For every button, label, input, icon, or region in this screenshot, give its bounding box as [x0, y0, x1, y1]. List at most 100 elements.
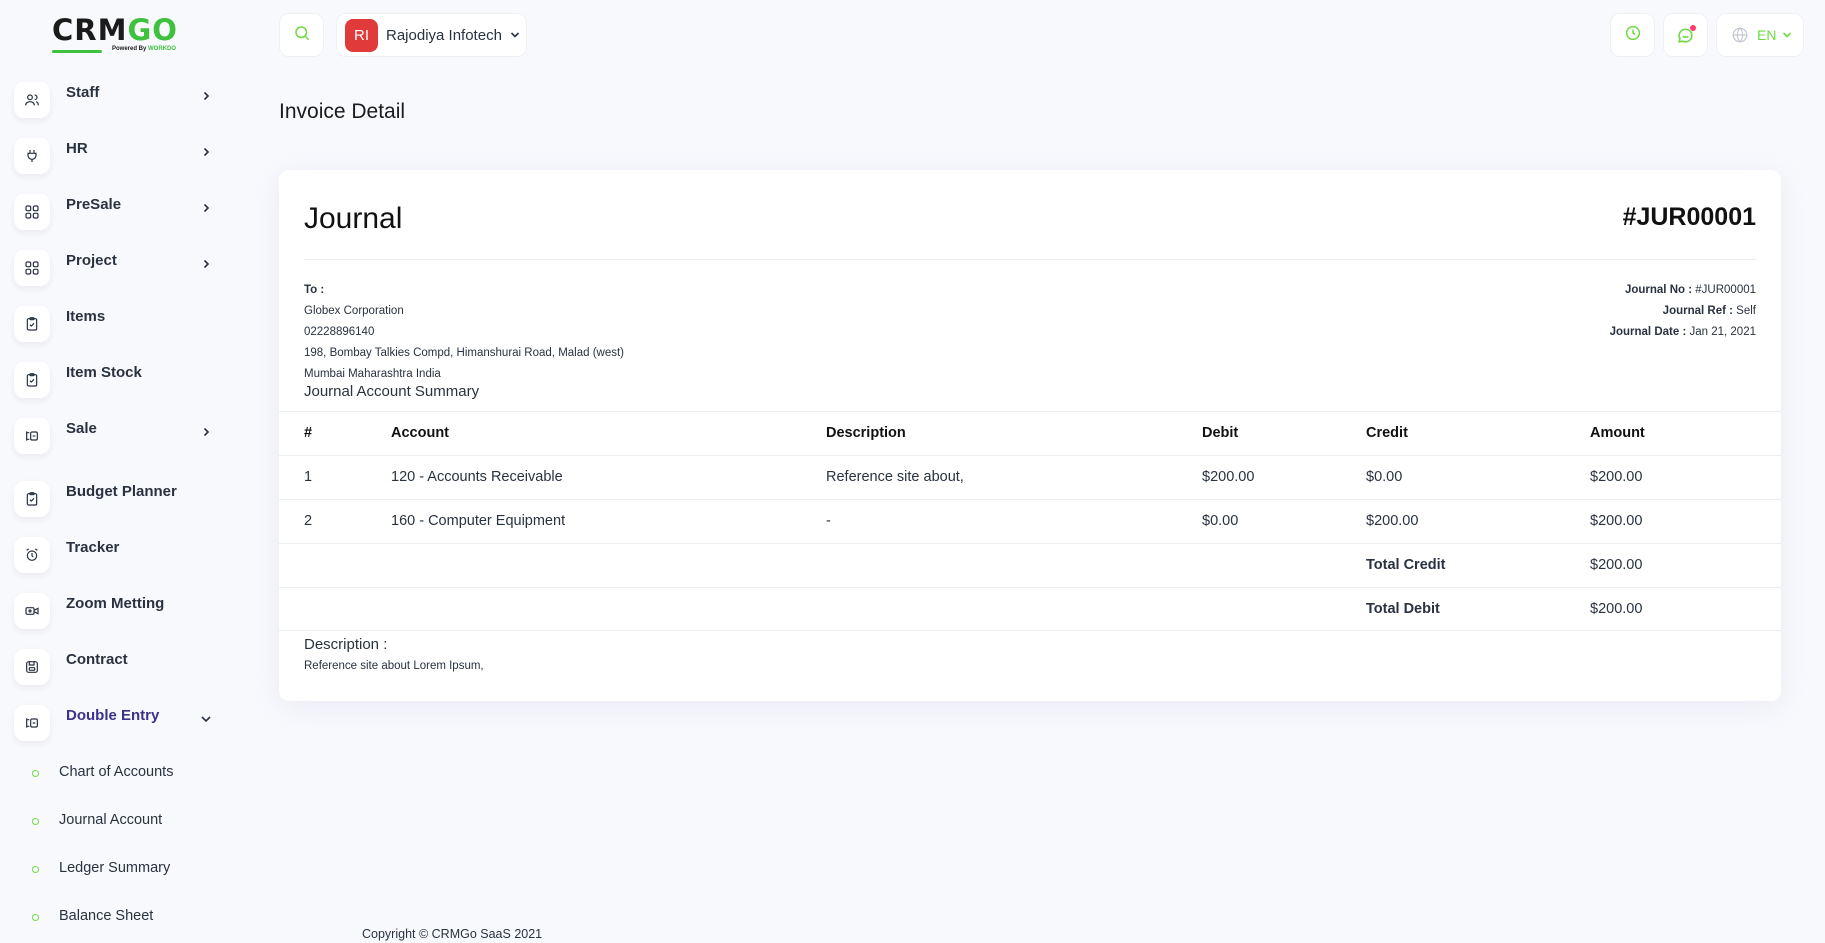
sidebar-item-presale[interactable]: PreSale: [14, 190, 228, 232]
description-label: Description :: [304, 636, 388, 653]
to-phone: 02228896140: [304, 326, 375, 338]
bullet-icon: [32, 914, 39, 921]
divider: [304, 259, 1756, 260]
language-label: EN: [1757, 27, 1777, 43]
sidebar-item-item-stock[interactable]: Item Stock: [14, 358, 228, 400]
sidebar-item-label: Items: [66, 308, 106, 325]
sidebar-item-budget-planner[interactable]: Budget Planner: [14, 477, 228, 519]
video-icon: [14, 593, 50, 629]
sidebar-item-label: Staff: [66, 84, 100, 101]
sidebar-item-contract[interactable]: Contract: [14, 645, 228, 687]
row-description: Reference site about,: [826, 469, 964, 485]
total-debit-label: Total Debit: [1366, 601, 1440, 617]
sidebar-subitem-balance-sheet[interactable]: Balance Sheet: [32, 904, 232, 934]
journal-number: #JUR00001: [1622, 203, 1756, 231]
sidebar-item-project[interactable]: Project: [14, 246, 228, 288]
sidebar-subitem-journal-account[interactable]: Journal Account: [32, 808, 232, 838]
journal-no-label: Journal No :: [1624, 284, 1693, 296]
to-address: 198, Bombay Talkies Compd, Himanshurai R…: [304, 347, 625, 359]
sidebar-item-label: Zoom Metting: [66, 595, 165, 612]
sidebar-item-label: Tracker: [66, 539, 120, 556]
search-button[interactable]: [279, 13, 324, 57]
column-header: Amount: [1590, 425, 1645, 441]
journal-date-label: Journal Date :: [1609, 326, 1687, 338]
bullet-icon: [32, 866, 39, 873]
journal-table: # Account Description Debit Credit Amoun…: [279, 411, 1781, 631]
row-amount: $200.00: [1590, 513, 1643, 529]
sidebar-item-sale[interactable]: Sale: [14, 414, 228, 456]
plug-icon: [14, 138, 50, 174]
row-credit: $0.00: [1366, 469, 1403, 485]
journal-ref-row: Journal Ref : Self: [1610, 301, 1756, 322]
sidebar-subitem-label: Ledger Summary: [59, 860, 171, 876]
sidebar: CRMGO Powered By WORKDO Staff HR PreSale…: [0, 0, 237, 943]
journal-no-value: #JUR00001: [1695, 284, 1756, 296]
company-name: Rajodiya Infotech: [386, 26, 502, 44]
total-credit-label: Total Credit: [1366, 557, 1446, 573]
clock-icon: [1624, 24, 1642, 47]
chevron-right-icon: [198, 424, 214, 440]
logo-wordmark: CRMGO: [52, 13, 178, 47]
sidebar-item-tracker[interactable]: Tracker: [14, 533, 228, 575]
chevron-down-icon: [510, 31, 520, 39]
save-icon: [14, 649, 50, 685]
company-avatar: RI: [345, 18, 378, 52]
row-account: 160 - Computer Equipment: [391, 513, 566, 529]
logo-tagline: Powered By WORKDO: [112, 46, 177, 52]
column-header: #: [304, 425, 313, 441]
journal-ref-label: Journal Ref :: [1662, 305, 1733, 317]
sidebar-item-staff[interactable]: Staff: [14, 78, 228, 120]
sidebar-item-label: PreSale: [66, 196, 122, 213]
description-text: Reference site about Lorem Ipsum,: [304, 660, 484, 672]
row-amount: $200.00: [1590, 469, 1643, 485]
journal-date-value: Jan 21, 2021: [1689, 326, 1756, 338]
search-icon: [293, 24, 311, 47]
language-switcher[interactable]: EN: [1716, 13, 1804, 57]
chevron-down-icon: [198, 711, 214, 727]
clipboard-icon: [14, 306, 50, 342]
journal-date-row: Journal Date : Jan 21, 2021: [1610, 322, 1756, 343]
logo-underline: [52, 50, 102, 53]
sidebar-subitem-ledger-summary[interactable]: Ledger Summary: [32, 856, 232, 886]
time-tracker-button[interactable]: [1610, 13, 1655, 57]
invoice-card: Journal #JUR00001 To : Globex Corporatio…: [279, 170, 1781, 701]
chevron-right-icon: [198, 200, 214, 216]
row-debit: $0.00: [1202, 513, 1239, 529]
table-row: 1 120 - Accounts Receivable Reference si…: [279, 455, 1781, 499]
crmgo-logo[interactable]: CRMGO Powered By WORKDO: [52, 13, 192, 57]
chevron-down-icon: [1782, 31, 1792, 39]
sidebar-subitem-label: Balance Sheet: [59, 908, 154, 924]
grid-icon: [14, 194, 50, 230]
sidebar-subitem-chart-of-accounts[interactable]: Chart of Accounts: [32, 760, 232, 790]
total-debit-row: Total Debit $200.00: [279, 587, 1781, 631]
clipboard-icon: [14, 481, 50, 517]
to-label: To :: [304, 284, 325, 296]
alarm-icon: [14, 537, 50, 573]
to-name: Globex Corporation: [304, 305, 404, 317]
row-number: 1: [304, 469, 313, 485]
bill-to-block: To : Globex Corporation 02228896140 198,…: [304, 280, 624, 385]
sidebar-item-label: Budget Planner: [66, 483, 177, 500]
sidebar-item-label: Contract: [66, 651, 128, 668]
total-credit-row: Total Credit $200.00: [279, 543, 1781, 587]
chevron-right-icon: [198, 88, 214, 104]
scale-icon: [14, 705, 50, 741]
globe-icon: [1731, 26, 1749, 44]
bullet-icon: [32, 770, 39, 777]
total-credit-value: $200.00: [1590, 557, 1643, 573]
chevron-right-icon: [198, 144, 214, 160]
sidebar-item-label: Sale: [66, 420, 97, 437]
row-description: -: [826, 513, 831, 529]
row-number: 2: [304, 513, 313, 529]
sidebar-item-label: Item Stock: [66, 364, 142, 381]
sidebar-item-items[interactable]: Items: [14, 302, 228, 344]
sidebar-item-hr[interactable]: HR: [14, 134, 228, 176]
sidebar-subitem-label: Journal Account: [59, 812, 163, 828]
journal-meta-block: Journal No : #JUR00001 Journal Ref : Sel…: [1610, 280, 1756, 343]
sidebar-item-zoom-metting[interactable]: Zoom Metting: [14, 589, 228, 631]
sidebar-item-double-entry[interactable]: Double Entry: [14, 701, 228, 743]
footer-copyright: Copyright © CRMGo SaaS 2021: [362, 927, 543, 941]
scale-icon: [14, 418, 50, 454]
company-switcher[interactable]: RI Rajodiya Infotech: [336, 13, 527, 57]
messages-button[interactable]: [1663, 13, 1708, 57]
